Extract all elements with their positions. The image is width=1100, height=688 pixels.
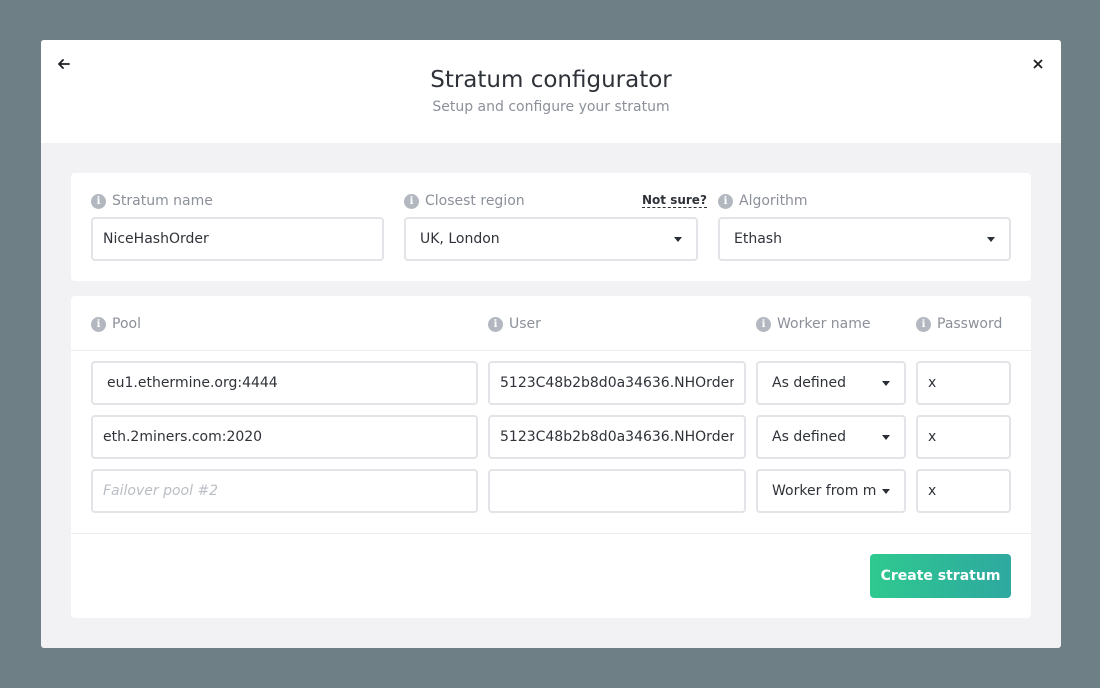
password-input[interactable]: [928, 429, 999, 445]
pool-header: i Pool: [91, 315, 141, 333]
user-field[interactable]: [488, 469, 746, 513]
info-icon[interactable]: i: [488, 316, 503, 332]
info-icon[interactable]: i: [91, 193, 106, 209]
close-icon: [1033, 59, 1043, 69]
worker-select[interactable]: As defined: [756, 415, 906, 459]
password-input[interactable]: [928, 375, 999, 391]
worker-value: Worker from main: [772, 483, 876, 499]
password-field[interactable]: [916, 361, 1011, 405]
stratum-name-input[interactable]: [103, 231, 372, 247]
info-icon[interactable]: i: [718, 193, 733, 209]
user-header: i User: [488, 315, 541, 333]
chevron-down-icon: [987, 236, 995, 242]
region-value: UK, London: [420, 231, 500, 247]
worker-value: As defined: [772, 375, 847, 391]
region-select[interactable]: UK, London: [404, 217, 698, 261]
user-input[interactable]: [500, 483, 734, 499]
worker-select[interactable]: Worker from main: [756, 469, 906, 513]
user-field[interactable]: [488, 361, 746, 405]
stratum-name-field[interactable]: [91, 217, 384, 261]
divider: [71, 350, 1031, 351]
create-stratum-button[interactable]: Create stratum: [870, 554, 1011, 598]
divider: [71, 533, 1031, 534]
page-subtitle: Setup and configure your stratum: [432, 99, 670, 115]
stratum-configurator-modal: Stratum configurator Setup and configure…: [41, 40, 1061, 648]
chevron-down-icon: [882, 488, 890, 494]
pool-field[interactable]: [91, 415, 478, 459]
pools-card: i Pool i User i Worker name i Password A…: [71, 296, 1031, 618]
pool-field[interactable]: [91, 361, 478, 405]
worker-header: i Worker name: [756, 315, 870, 333]
stratum-name-label: i Stratum name: [91, 192, 213, 210]
algorithm-select[interactable]: Ethash: [718, 217, 1011, 261]
info-icon[interactable]: i: [756, 316, 771, 332]
user-field[interactable]: [488, 415, 746, 459]
password-header: i Password: [916, 315, 1002, 333]
not-sure-link[interactable]: Not sure?: [642, 193, 707, 208]
pool-input[interactable]: [103, 429, 466, 445]
page-title: Stratum configurator: [430, 67, 672, 93]
settings-card: i Stratum name i Closest region Not sure…: [71, 173, 1031, 281]
worker-value: As defined: [772, 429, 847, 445]
worker-select[interactable]: As defined: [756, 361, 906, 405]
user-input[interactable]: [500, 429, 734, 445]
failover-pool-field[interactable]: [91, 469, 478, 513]
password-input[interactable]: [928, 483, 999, 499]
failover-pool-input[interactable]: [103, 483, 466, 499]
chevron-down-icon: [882, 434, 890, 440]
pool-input[interactable]: [107, 375, 466, 391]
close-button[interactable]: [1028, 54, 1048, 74]
region-label: i Closest region: [404, 192, 525, 210]
info-icon[interactable]: i: [916, 316, 931, 332]
password-field[interactable]: [916, 469, 1011, 513]
chevron-down-icon: [674, 236, 682, 242]
info-icon[interactable]: i: [91, 316, 106, 332]
modal-header: Stratum configurator Setup and configure…: [41, 40, 1061, 143]
algorithm-value: Ethash: [734, 231, 782, 247]
password-field[interactable]: [916, 415, 1011, 459]
info-icon[interactable]: i: [404, 193, 419, 209]
chevron-down-icon: [882, 380, 890, 386]
algorithm-label: i Algorithm: [718, 192, 808, 210]
user-input[interactable]: [500, 375, 734, 391]
